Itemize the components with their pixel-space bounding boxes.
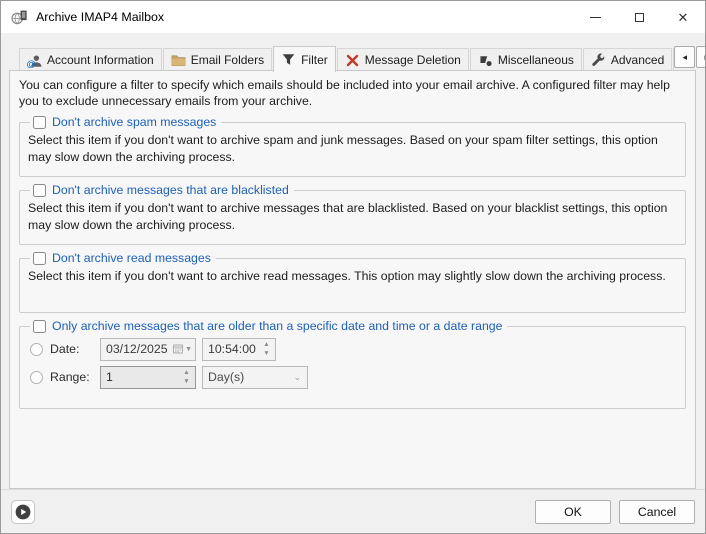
read-description: Select this item if you don't want to ar… [28,268,675,285]
spinner-up-icon: ▲ [183,368,189,377]
account-at-icon: @ [27,53,42,68]
shapes-icon [478,53,493,68]
tab-label: Advanced [611,53,664,67]
tab-label: Account Information [47,53,154,67]
spinner-down-icon: ▼ [183,377,189,386]
range-unit-select[interactable]: Day(s) ⌄ [202,366,308,389]
calendar-dropdown[interactable]: ▼ [173,344,195,354]
range-spinner[interactable]: ▲▼ [178,367,195,388]
tab-miscellaneous[interactable]: Miscellaneous [470,48,582,71]
older-than-checkbox[interactable] [33,320,46,333]
calendar-icon [173,344,183,354]
red-x-icon [345,53,360,68]
date-filter-group: Only archive messages that are older tha… [19,319,686,409]
left-arrow-icon: ◂ [682,52,687,63]
tab-advanced[interactable]: Advanced [583,48,672,71]
maximize-icon [635,13,644,22]
range-radio-label: Range: [50,370,100,384]
read-filter-group: Don't archive read messages Select this … [19,251,686,313]
run-archive-button[interactable] [11,500,35,524]
range-unit-value: Day(s) [208,370,244,384]
tab-label: Filter [301,53,328,67]
tab-scroll-controls: ◂ ▸ [674,46,706,68]
svg-text:@: @ [27,59,36,68]
blacklist-checkbox[interactable] [33,184,46,197]
range-radio[interactable] [30,371,43,384]
date-row: Date: 03/12/2025 ▼ 10:54:00 ▲▼ [28,337,675,361]
cancel-button[interactable]: Cancel [619,500,695,524]
date-value: 03/12/2025 [106,342,168,356]
tab-label: Miscellaneous [498,53,574,67]
minimize-icon [590,17,601,18]
footer-bar: OK Cancel [1,489,705,533]
archive-imap4-mailbox-dialog: Archive IMAP4 Mailbox ✕ @ Account Inform… [0,0,706,534]
tab-label: Email Folders [191,53,264,67]
read-checkbox-label[interactable]: Don't archive read messages [52,251,211,265]
spinner-up-icon: ▲ [263,340,269,349]
filter-intro-text: You can configure a filter to specify wh… [19,77,686,109]
time-value: 10:54:00 [208,342,256,356]
minimize-button[interactable] [573,1,617,33]
blacklist-checkbox-label[interactable]: Don't archive messages that are blacklis… [52,183,289,197]
blacklist-description: Select this item if you don't want to ar… [28,200,675,233]
range-value: 1 [106,370,113,384]
tab-label: Message Deletion [365,53,461,67]
window-title: Archive IMAP4 Mailbox [36,10,164,24]
range-row: Range: 1 ▲▼ Day(s) ⌄ [28,365,675,389]
chevron-down-icon: ⌄ [293,372,307,383]
play-icon [15,504,31,520]
time-spinner[interactable]: ▲▼ [258,339,275,360]
spam-description: Select this item if you don't want to ar… [28,132,675,165]
time-picker[interactable]: 10:54:00 ▲▼ [202,338,276,361]
tab-message-deletion[interactable]: Message Deletion [337,48,469,71]
tab-scroll-left-button[interactable]: ◂ [674,46,695,68]
spinner-down-icon: ▼ [263,349,269,358]
tab-account-information[interactable]: @ Account Information [19,48,162,71]
read-checkbox[interactable] [33,252,46,265]
tab-scroll-right-button[interactable]: ▸ [696,46,706,68]
filter-tab-page: You can configure a filter to specify wh… [9,70,696,489]
wrench-icon [591,53,606,68]
chevron-down-icon: ▼ [185,346,192,353]
spam-checkbox[interactable] [33,116,46,129]
maximize-button[interactable] [617,1,661,33]
spam-filter-group: Don't archive spam messages Select this … [19,115,686,177]
date-picker[interactable]: 03/12/2025 ▼ [100,338,196,361]
title-bar: Archive IMAP4 Mailbox ✕ [1,1,705,33]
tab-filter[interactable]: Filter [273,46,336,72]
tab-strip: @ Account Information Email Folders Filt… [9,46,696,71]
close-icon: ✕ [678,11,689,24]
date-radio[interactable] [30,343,43,356]
close-button[interactable]: ✕ [661,1,705,33]
range-value-stepper[interactable]: 1 ▲▼ [100,366,196,389]
folder-icon [171,53,186,68]
filter-funnel-icon [281,52,296,67]
ok-button[interactable]: OK [535,500,611,524]
older-than-checkbox-label[interactable]: Only archive messages that are older tha… [52,319,502,333]
spam-checkbox-label[interactable]: Don't archive spam messages [52,115,216,129]
tab-email-folders[interactable]: Email Folders [163,48,272,71]
blacklist-filter-group: Don't archive messages that are blacklis… [19,183,686,245]
date-radio-label: Date: [50,342,100,356]
app-globe-icon [11,9,28,26]
